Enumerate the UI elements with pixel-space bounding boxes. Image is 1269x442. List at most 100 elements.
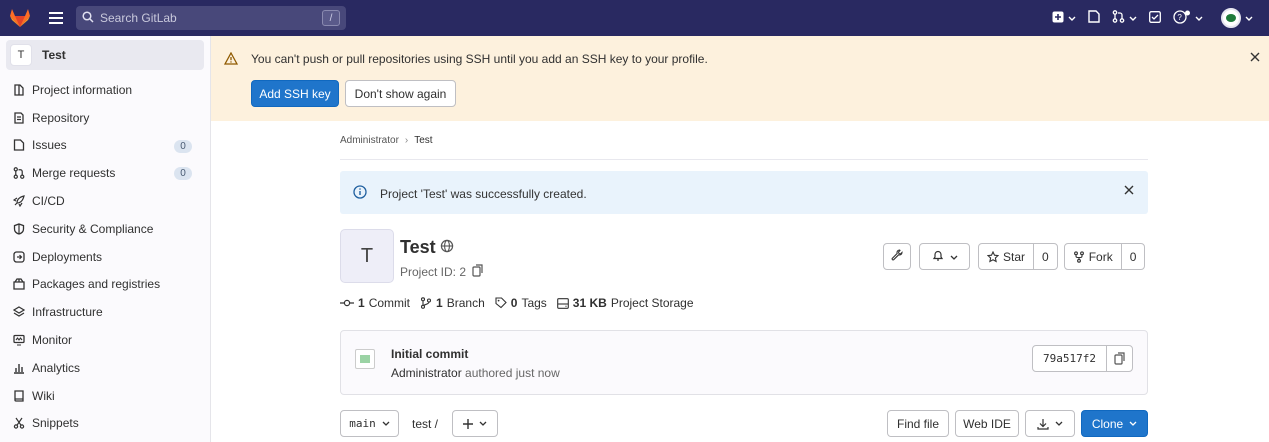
project-info-icon: [12, 83, 26, 97]
issues-icon: [12, 138, 26, 152]
sidebar-item-infrastructure[interactable]: Infrastructure: [0, 298, 210, 326]
project-created-message: Project 'Test' was successfully created.: [380, 187, 587, 201]
add-ssh-key-button[interactable]: Add SSH key: [251, 80, 339, 107]
gitlab-logo-icon[interactable]: [2, 0, 38, 36]
commits-label: Commit: [368, 296, 411, 310]
close-icon[interactable]: [1247, 49, 1263, 65]
sidebar-item-ci-cd[interactable]: CI/CD: [0, 187, 210, 215]
sidebar-item-label: Security & Compliance: [32, 221, 154, 236]
branches-label: Branch: [446, 296, 485, 310]
sidebar-project-header[interactable]: T Test: [6, 40, 204, 70]
issues-icon: [1088, 10, 1100, 26]
fork-count[interactable]: 0: [1120, 244, 1145, 269]
breadcrumb-parent[interactable]: Administrator: [340, 135, 399, 146]
project-settings-button[interactable]: [883, 243, 911, 270]
rocket-icon: [12, 194, 26, 208]
breadcrumb-current[interactable]: Test: [414, 135, 432, 146]
clone-label: Clone: [1091, 416, 1124, 431]
new-item-dropdown[interactable]: [1046, 4, 1082, 32]
issues-link[interactable]: [1082, 4, 1106, 32]
sidebar-item-project-information[interactable]: Project information: [0, 76, 210, 104]
chevron-down-icon: [1195, 11, 1203, 25]
commit-author[interactable]: Administrator: [391, 366, 462, 380]
storage-stat[interactable]: 31 KB Project Storage: [556, 296, 694, 310]
tags-label: Tags: [521, 296, 547, 310]
storage-size: 31 KB: [572, 296, 607, 310]
copy-icon[interactable]: [1106, 346, 1132, 371]
globe-icon: [440, 237, 454, 258]
sidebar-item-snippets[interactable]: Snippets: [0, 410, 210, 438]
download-icon: [1037, 418, 1049, 430]
svg-text:?: ?: [1177, 13, 1182, 22]
package-icon: [12, 277, 26, 291]
commit-title[interactable]: Initial commit: [391, 347, 468, 361]
commits-stat[interactable]: 1 Commit: [340, 296, 410, 310]
search-input[interactable]: Search GitLab /: [76, 6, 346, 30]
sidebar-item-label: Snippets: [32, 416, 79, 431]
avatar: [1221, 8, 1241, 28]
sidebar-item-monitor[interactable]: Monitor: [0, 326, 210, 354]
ssh-key-warning-alert: You can't push or pull repositories usin…: [211, 36, 1269, 121]
search-icon: [82, 10, 94, 26]
fork-button[interactable]: Fork: [1065, 244, 1121, 269]
user-menu-dropdown[interactable]: [1215, 4, 1259, 32]
dont-show-again-button[interactable]: Don't show again: [345, 80, 456, 107]
branches-stat[interactable]: 1 Branch: [420, 296, 485, 310]
commit-sha[interactable]: 79a517f2: [1033, 346, 1106, 371]
project-avatar: T: [10, 44, 32, 66]
star-button-group: Star 0: [978, 243, 1058, 270]
branch-icon: [420, 297, 432, 309]
project-name: Test: [400, 237, 436, 257]
star-button[interactable]: Star: [979, 244, 1033, 269]
chevron-right-icon: ›: [404, 135, 409, 146]
sidebar-item-packages-registries[interactable]: Packages and registries: [0, 271, 210, 299]
project-title: Test: [400, 237, 454, 258]
chevron-down-icon: [382, 421, 390, 427]
commit-meta: Administrator authored just now: [391, 366, 560, 380]
copy-icon[interactable]: [472, 264, 484, 280]
analytics-icon: [12, 361, 26, 375]
fork-label: Fork: [1088, 249, 1113, 264]
fork-button-group: Fork 0: [1063, 243, 1146, 270]
sidebar-item-deployments[interactable]: Deployments: [0, 243, 210, 271]
tags-stat[interactable]: 0 Tags: [495, 296, 547, 310]
sidebar-item-label: CI/CD: [32, 194, 65, 209]
add-to-tree-dropdown[interactable]: [452, 410, 498, 437]
disk-icon: [556, 297, 569, 309]
sidebar-item-analytics[interactable]: Analytics: [0, 354, 210, 382]
todo-icon: [1149, 10, 1161, 26]
chevron-down-icon: [1129, 11, 1137, 25]
hamburger-icon[interactable]: [42, 4, 70, 32]
project-id: Project ID: 2: [400, 264, 484, 280]
notifications-dropdown[interactable]: [919, 243, 970, 270]
sidebar-item-issues[interactable]: Issues 0: [0, 132, 210, 160]
star-icon: [987, 250, 999, 263]
last-commit-panel: Initial commit Administrator authored ju…: [340, 330, 1148, 395]
sidebar-item-merge-requests[interactable]: Merge requests 0: [0, 159, 210, 187]
monitor-icon: [12, 333, 26, 347]
web-ide-button[interactable]: Web IDE: [955, 410, 1019, 437]
divider: [340, 159, 1148, 160]
star-count[interactable]: 0: [1033, 244, 1057, 269]
help-dropdown[interactable]: ?: [1167, 4, 1209, 32]
download-dropdown[interactable]: [1025, 410, 1075, 437]
sidebar-item-label: Analytics: [32, 360, 81, 375]
close-icon[interactable]: [1124, 184, 1134, 198]
merge-requests-dropdown[interactable]: [1106, 4, 1143, 32]
clone-dropdown[interactable]: Clone: [1081, 410, 1148, 437]
sidebar-item-label: Merge requests: [32, 166, 116, 181]
tags-count: 0: [510, 296, 518, 310]
commit-time: authored just now: [465, 366, 560, 380]
branch-selector[interactable]: main: [340, 410, 399, 437]
commit-sha-group: 79a517f2: [1032, 345, 1133, 372]
sidebar-item-repository[interactable]: Repository: [0, 104, 210, 132]
snippet-icon: [12, 416, 26, 430]
find-file-button[interactable]: Find file: [887, 410, 949, 437]
warning-icon: [223, 51, 239, 68]
sidebar-item-wiki[interactable]: Wiki: [0, 382, 210, 410]
chevron-down-icon: [1068, 11, 1076, 25]
todos-link[interactable]: [1143, 4, 1167, 32]
chevron-down-icon: [950, 250, 958, 264]
top-navbar: Search GitLab / ?: [0, 0, 1269, 36]
sidebar-item-security-compliance[interactable]: Security & Compliance: [0, 215, 210, 243]
